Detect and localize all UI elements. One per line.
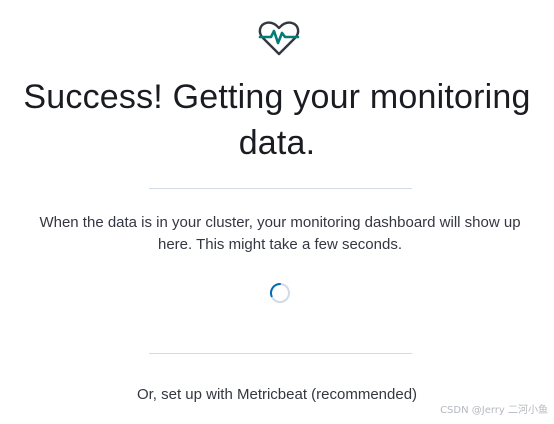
description-line-1: When the data is in your cluster, your m… <box>39 214 521 231</box>
bottom-divider <box>149 353 412 354</box>
loading-spinner <box>269 282 291 304</box>
page-title: Success! Getting your monitoring data. <box>0 74 554 166</box>
description-line-2: here. This might take a few seconds. <box>157 236 402 253</box>
metricbeat-setup-link[interactable]: Or, set up with Metricbeat (recommended) <box>0 385 554 405</box>
status-description: When the data is in your cluster, your m… <box>10 212 550 256</box>
heart-monitor-icon <box>257 18 301 58</box>
watermark: CSDN @Jerry 二河小鱼 <box>440 405 548 416</box>
title-line-2: data. <box>238 124 316 162</box>
title-line-1: Success! Getting your monitoring <box>23 78 531 116</box>
top-divider <box>149 188 412 189</box>
